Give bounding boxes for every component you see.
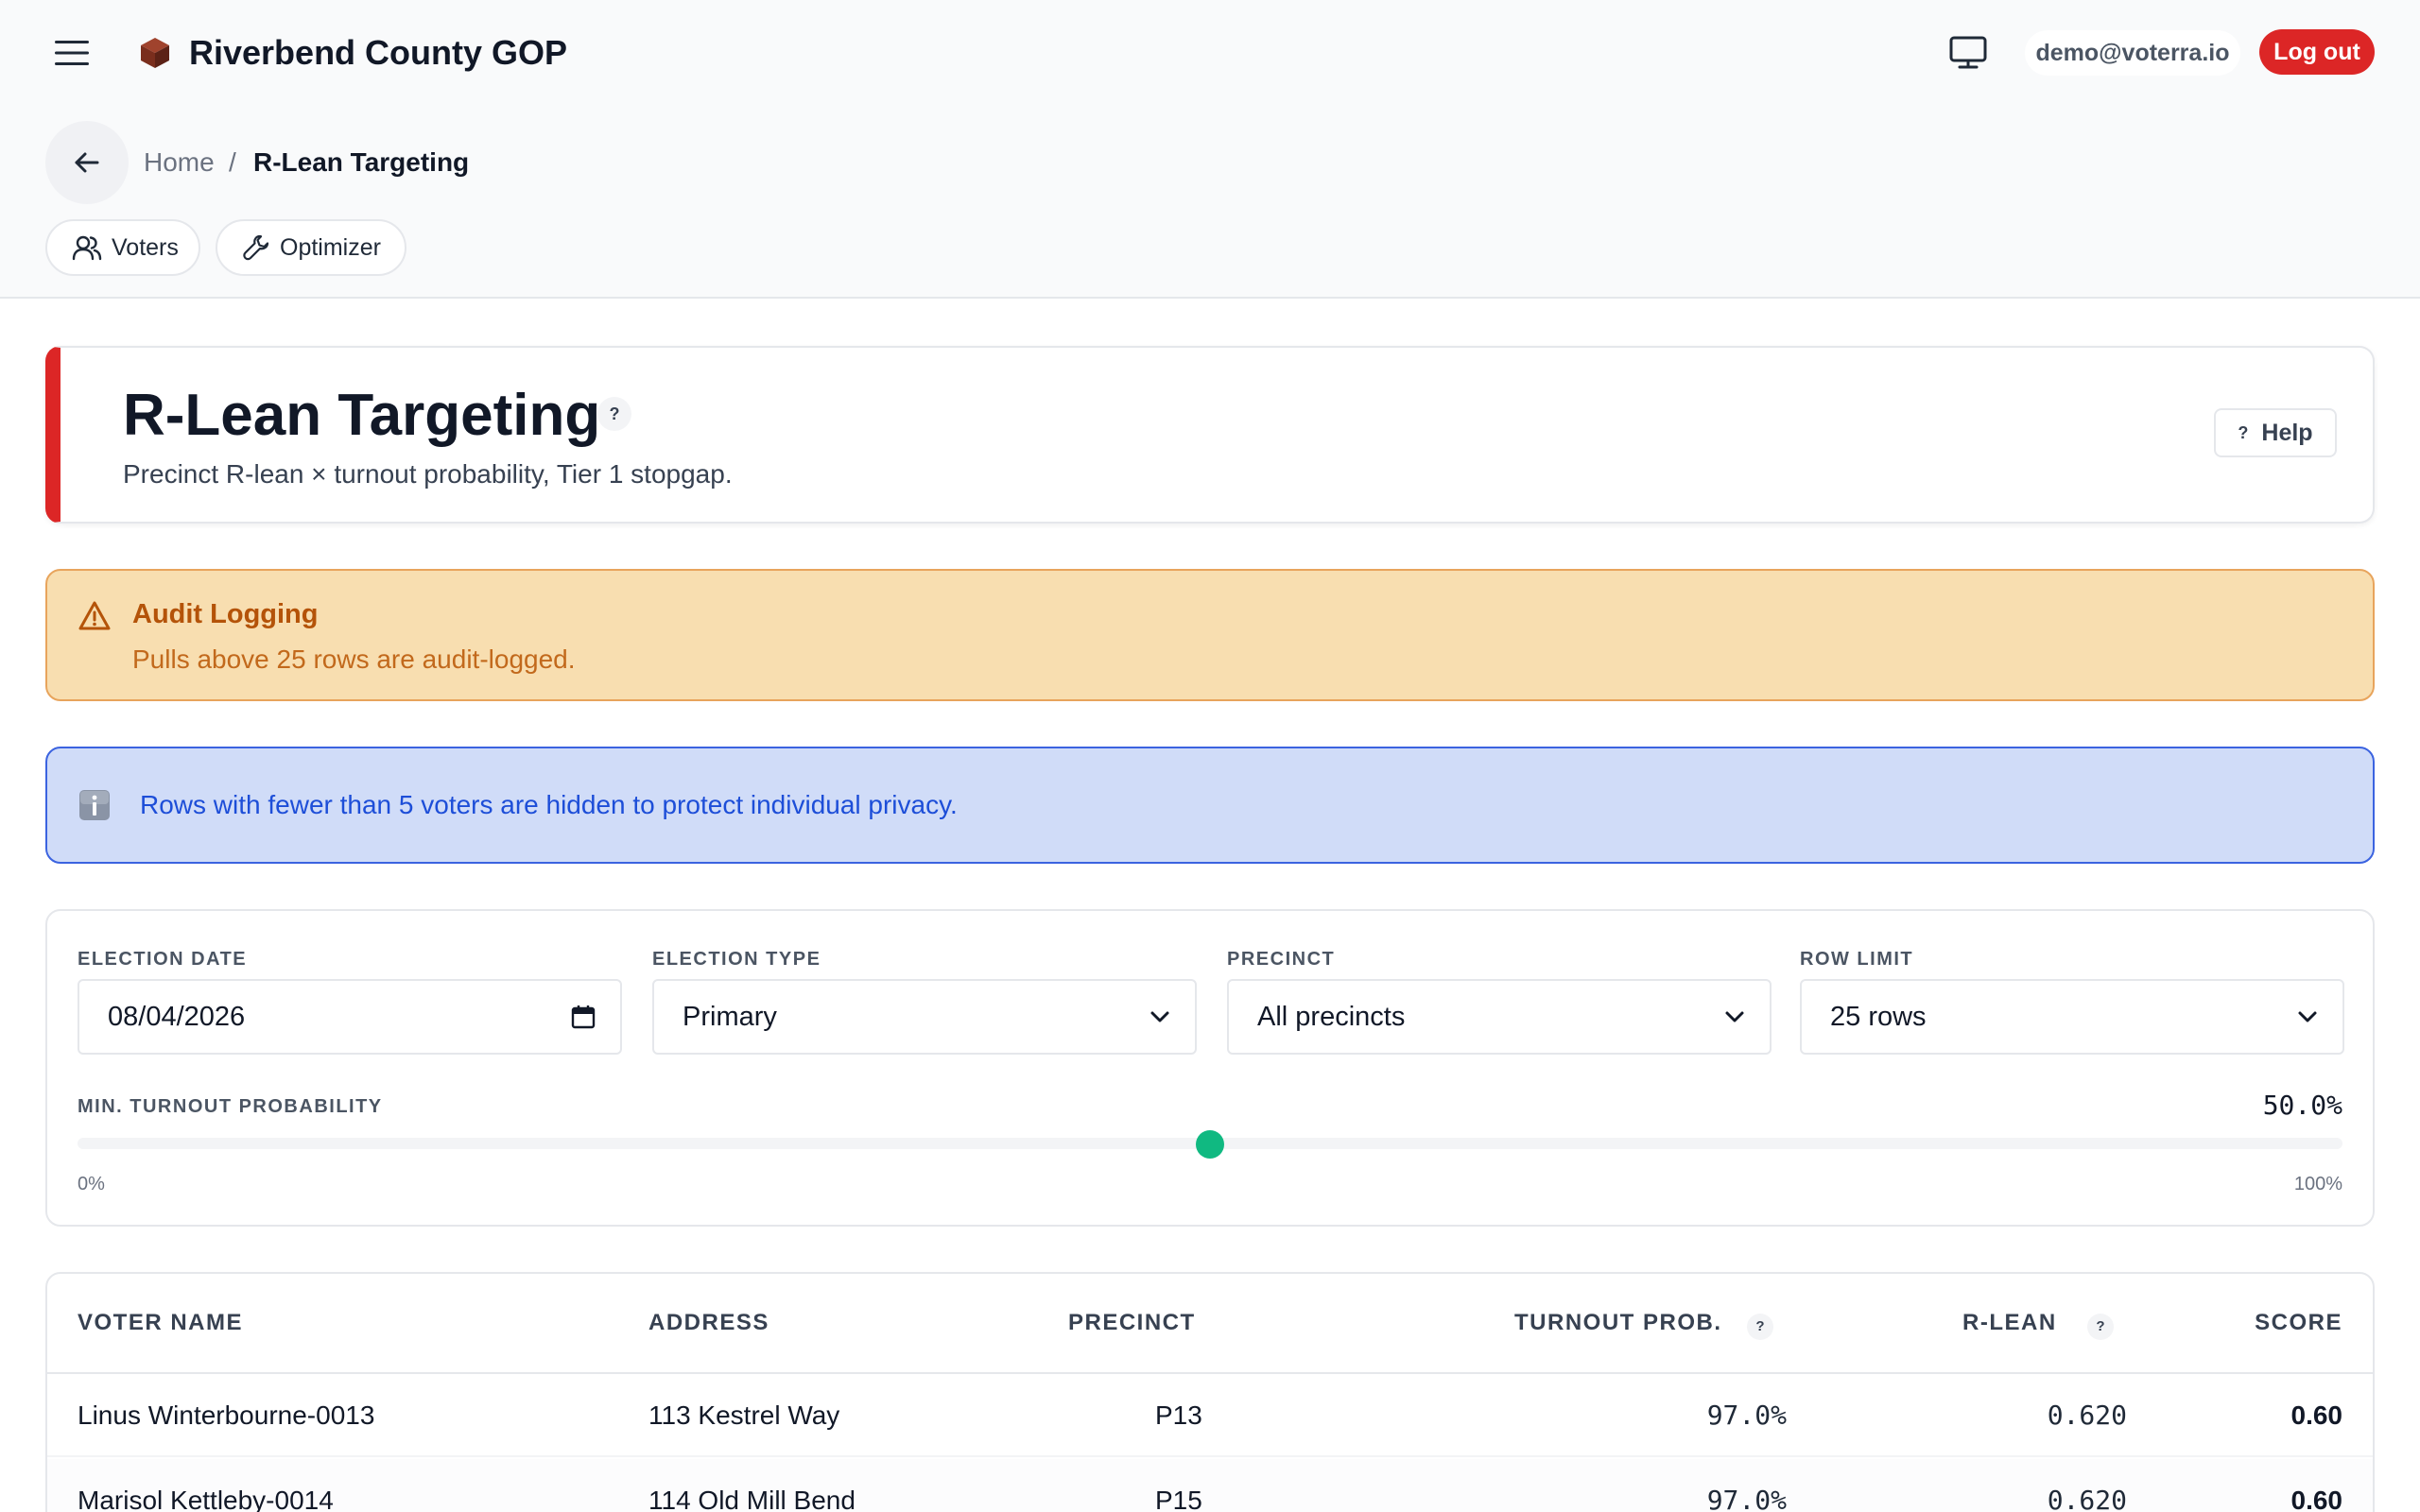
title-help-icon[interactable]: ? <box>597 397 631 431</box>
rlean-help-icon[interactable]: ? <box>2087 1314 2114 1340</box>
election-date-input[interactable]: 08/04/2026 <box>78 979 622 1055</box>
voter-name-cell: Linus Winterbourne-0013 <box>78 1400 375 1430</box>
monitor-icon[interactable] <box>1942 30 1995 76</box>
election-type-value: Primary <box>683 1001 777 1032</box>
page-header-card: R-Lean Targeting ? Precinct R-lean × tur… <box>45 346 2375 524</box>
help-button-label: Help <box>2261 419 2313 446</box>
turnout-cell: 97.0% <box>1706 1485 1787 1512</box>
election-date-label: ELECTION DATE <box>78 949 248 970</box>
min-turnout-value: 50.0% <box>2262 1090 2342 1121</box>
logout-button[interactable]: Log out <box>2259 29 2375 75</box>
row-limit-label: ROW LIMIT <box>1800 949 1914 970</box>
org-title: Riverbend County GOP <box>189 33 568 72</box>
arrow-left-icon <box>75 152 99 173</box>
info-icon <box>79 790 110 820</box>
page-subtitle: Precinct R-lean × turnout probability, T… <box>123 459 733 489</box>
nav-pill-voters[interactable]: Voters <box>45 219 200 276</box>
table-header: VOTER NAME ADDRESS PRECINCT TURNOUT PROB… <box>47 1274 2373 1374</box>
calendar-icon[interactable] <box>571 1005 596 1029</box>
users-icon <box>72 235 102 261</box>
privacy-notice-text: Rows with fewer than 5 voters are hidden… <box>140 790 958 819</box>
audit-alert-text: Pulls above 25 rows are audit-logged. <box>132 644 576 674</box>
chevron-down-icon <box>1150 1011 1169 1022</box>
audit-logging-alert: Audit Logging Pulls above 25 rows are au… <box>45 569 2375 701</box>
address-cell: 114 Old Mill Bend <box>648 1486 856 1512</box>
precinct-cell: P13 <box>1155 1400 1202 1430</box>
audit-alert-title: Audit Logging <box>132 599 319 629</box>
score-cell: 0.60 <box>2290 1486 2343 1512</box>
wrench-icon <box>243 234 269 261</box>
user-email: demo@voterra.io <box>2025 30 2240 76</box>
row-limit-select[interactable]: 25 rows <box>1800 979 2344 1055</box>
page-title: R-Lean Targeting <box>123 383 601 448</box>
top-navigation-area: Riverbend County GOP demo@voterra.io Log… <box>0 0 2420 299</box>
column-header-precinct[interactable]: PRECINCT <box>1068 1304 1196 1342</box>
min-turnout-label: MIN. TURNOUT PROBABILITY <box>78 1096 383 1117</box>
table-row[interactable]: Linus Winterbourne-0013 113 Kestrel Way … <box>47 1374 2373 1457</box>
election-type-label: ELECTION TYPE <box>652 949 821 970</box>
slider-min-label: 0% <box>78 1174 105 1194</box>
column-header-rlean[interactable]: R-LEAN <box>1962 1304 2057 1342</box>
address-cell: 113 Kestrel Way <box>648 1400 840 1430</box>
column-header-address[interactable]: ADDRESS <box>648 1304 769 1342</box>
slider-max-label: 100% <box>2293 1174 2342 1194</box>
row-limit-value: 25 rows <box>1830 1001 1927 1032</box>
question-icon: ? <box>2238 422 2249 442</box>
election-type-select[interactable]: Primary <box>652 979 1197 1055</box>
filters-panel: ELECTION DATE 08/04/2026 ELECTION TYPE P… <box>45 909 2375 1227</box>
nav-pill-label: Voters <box>112 233 179 261</box>
help-button[interactable]: ? Help <box>2214 408 2337 457</box>
precinct-label: PRECINCT <box>1227 949 1336 970</box>
min-turnout-slider-thumb[interactable] <box>1196 1130 1224 1159</box>
turnout-help-icon[interactable]: ? <box>1747 1314 1773 1340</box>
column-header-turnout[interactable]: TURNOUT PROB. <box>1514 1304 1722 1342</box>
column-header-score[interactable]: SCORE <box>2255 1304 2342 1342</box>
turnout-cell: 97.0% <box>1706 1400 1787 1431</box>
warning-triangle-icon <box>78 601 111 630</box>
rlean-cell: 0.620 <box>2047 1485 2127 1512</box>
score-cell: 0.60 <box>2290 1400 2343 1430</box>
precinct-cell: P15 <box>1155 1486 1202 1512</box>
voter-name-cell: Marisol Kettleby-0014 <box>78 1486 334 1512</box>
privacy-notice: Rows with fewer than 5 voters are hidden… <box>45 747 2375 864</box>
precinct-value: All precincts <box>1257 1001 1406 1032</box>
menu-icon[interactable] <box>49 28 95 77</box>
nav-pill-optimizer[interactable]: Optimizer <box>216 219 406 276</box>
chevron-down-icon <box>1725 1011 1744 1022</box>
back-button[interactable] <box>45 121 129 204</box>
chevron-down-icon <box>2298 1011 2317 1022</box>
brand-logo-icon <box>138 36 172 70</box>
election-date-value: 08/04/2026 <box>108 1001 246 1032</box>
results-table: VOTER NAME ADDRESS PRECINCT TURNOUT PROB… <box>45 1272 2375 1512</box>
breadcrumb-current: R-Lean Targeting <box>253 147 470 177</box>
precinct-select[interactable]: All precincts <box>1227 979 1772 1055</box>
rlean-cell: 0.620 <box>2047 1400 2127 1431</box>
column-header-voter-name[interactable]: VOTER NAME <box>78 1304 243 1342</box>
nav-pill-label: Optimizer <box>280 233 381 261</box>
breadcrumb-separator: / <box>229 147 236 177</box>
breadcrumb-home-link[interactable]: Home <box>144 144 215 181</box>
table-row[interactable]: Marisol Kettleby-0014 114 Old Mill Bend … <box>47 1459 2373 1512</box>
